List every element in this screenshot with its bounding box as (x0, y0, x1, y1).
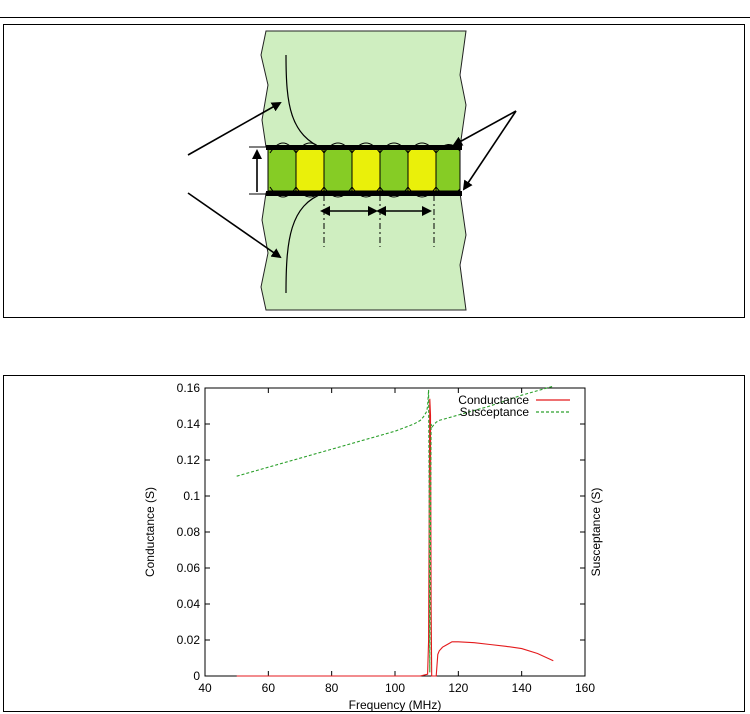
y2-axis-label: Susceptance (S) (589, 488, 603, 577)
x-axis-label: Frequency (MHz) (349, 698, 442, 711)
transducer-diagram-panel (3, 24, 745, 318)
top-substrate (260, 30, 467, 148)
y-tick-label: 0.06 (177, 561, 201, 575)
y-tick-label: 0.12 (177, 453, 201, 467)
transducer-diagram (187, 30, 517, 311)
electrode-green-1 (267, 148, 297, 192)
series-line-conductance (236, 398, 554, 677)
series-line-susceptance (236, 385, 554, 673)
top-rule (0, 17, 750, 18)
electrode-green-3 (379, 148, 409, 192)
y-axis-label: Conductance (S) (143, 487, 157, 577)
plot-frame (204, 387, 586, 677)
y-tick-label: 0.02 (177, 633, 201, 647)
y-tick-label: 0.14 (177, 417, 201, 431)
x-tick-label: 100 (385, 681, 405, 695)
x-tick-label: 160 (575, 681, 595, 695)
x-tick-label: 120 (448, 681, 468, 695)
x-tick-label: 60 (262, 681, 276, 695)
electrode-green-2 (323, 148, 353, 192)
electrode-green-4 (435, 148, 461, 192)
admittance-chart: 40 60 80 100 120 140 160 0 0.02 0.04 0.06 0.08 0.1 0… (143, 381, 603, 711)
y-tick-label: 0.16 (177, 381, 201, 395)
legend: Conductance Susceptance (458, 393, 570, 419)
y-tick-label: 0.1 (183, 489, 200, 503)
electrode-yellow-2 (351, 148, 381, 192)
y-tick-label: 0.08 (177, 525, 201, 539)
electrode-yellow-3 (407, 148, 437, 192)
x-tick-label: 80 (325, 681, 339, 695)
pointer-arrow-right-bottom (462, 110, 517, 191)
y-tick-label: 0 (193, 669, 200, 683)
x-tick-label: 40 (198, 681, 212, 695)
electrode-yellow-1 (295, 148, 325, 192)
y-tick-label: 0.04 (177, 597, 201, 611)
legend-label-susceptance: Susceptance (460, 405, 530, 419)
admittance-chart-panel: 40 60 80 100 120 140 160 0 0.02 0.04 0.06 0.08 0.1 0… (3, 375, 745, 712)
x-tick-label: 140 (512, 681, 532, 695)
